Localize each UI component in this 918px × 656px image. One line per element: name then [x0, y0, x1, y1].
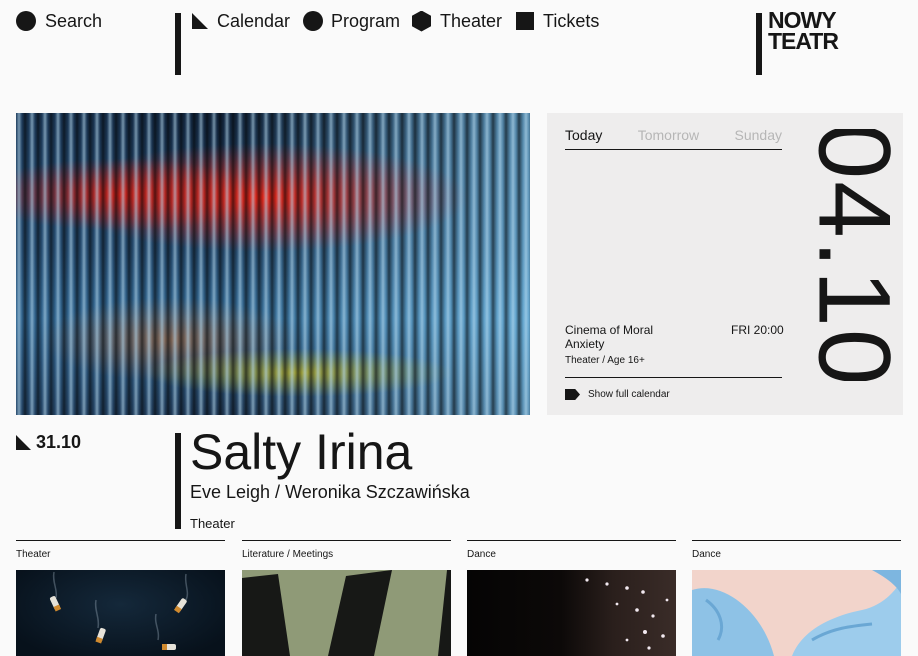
tag-arrow-icon [565, 389, 580, 400]
nav-tickets-label: Tickets [543, 11, 600, 31]
search-label: Search [45, 11, 103, 31]
card-category: Dance [692, 549, 721, 560]
featured-category: Theater [190, 516, 235, 531]
nav-calendar-label: Calendar [217, 11, 291, 31]
day-tabs: Today Tomorrow Sunday [565, 127, 782, 143]
tab-sunday[interactable]: Sunday [735, 127, 782, 143]
dark-stage-image [585, 578, 669, 650]
tickets-icon [516, 12, 534, 30]
logo[interactable]: NOWY TEATR [768, 9, 839, 54]
tabs-divider [565, 149, 782, 150]
big-date-text: 04.10 [815, 129, 895, 381]
card-image[interactable] [692, 570, 901, 656]
show-full-calendar-link[interactable]: Show full calendar [565, 389, 670, 400]
featured-authors: Eve Leigh / Weronika Szczawińska [190, 482, 470, 502]
nav-program[interactable]: Program [303, 10, 400, 32]
logo-bar [756, 13, 762, 75]
card-4[interactable]: Dance [692, 540, 901, 656]
featured-divider [175, 433, 181, 529]
calendar-icon [192, 13, 208, 29]
event-time: FRI 20:00 [731, 323, 784, 337]
big-date: 04.10 [815, 129, 895, 381]
header-divider [175, 13, 181, 75]
blue-gloves-image [692, 570, 901, 656]
card-category: Theater [16, 549, 51, 560]
show-full-calendar-label: Show full calendar [588, 389, 670, 400]
featured-date: 31.10 [16, 432, 81, 453]
card-divider [242, 540, 451, 541]
card-category: Literature / Meetings [242, 549, 334, 560]
logo-line-2: TEATR [768, 28, 839, 54]
card-1[interactable]: Theater [16, 540, 225, 656]
card-divider [16, 540, 225, 541]
tab-tomorrow[interactable]: Tomorrow [638, 127, 699, 143]
hero-image[interactable] [16, 113, 530, 415]
card-category: Dance [467, 549, 496, 560]
hero-image-stripes [16, 113, 530, 415]
nav-calendar[interactable]: Calendar [192, 10, 290, 32]
event-divider [565, 377, 782, 378]
search-button[interactable]: Search [16, 10, 102, 32]
featured-title[interactable]: Salty Irina [190, 424, 412, 480]
nav-theater[interactable]: Theater [412, 10, 502, 32]
card-divider [692, 540, 901, 541]
card-2[interactable]: Literature / Meetings [242, 540, 451, 656]
tab-today[interactable]: Today [565, 127, 602, 143]
nav-program-label: Program [331, 11, 401, 31]
card-image[interactable] [16, 570, 225, 656]
card-image[interactable] [242, 570, 451, 656]
search-icon [16, 11, 36, 31]
event-category: Theater / Age 16+ [565, 355, 645, 366]
card-image[interactable] [467, 570, 676, 656]
nav-theater-label: Theater [440, 11, 503, 31]
date-triangle-icon [16, 435, 31, 450]
abstract-shapes-image [242, 570, 451, 656]
cigarettes-image [49, 571, 189, 650]
card-divider [467, 540, 676, 541]
program-icon [303, 11, 323, 31]
featured-date-text: 31.10 [36, 432, 82, 452]
card-3[interactable]: Dance [467, 540, 676, 656]
calendar-panel: Today Tomorrow Sunday Cinema of Moral An… [547, 113, 903, 415]
theater-icon [412, 10, 431, 32]
nav-tickets[interactable]: Tickets [516, 10, 599, 32]
event-title[interactable]: Cinema of Moral Anxiety [565, 323, 695, 351]
